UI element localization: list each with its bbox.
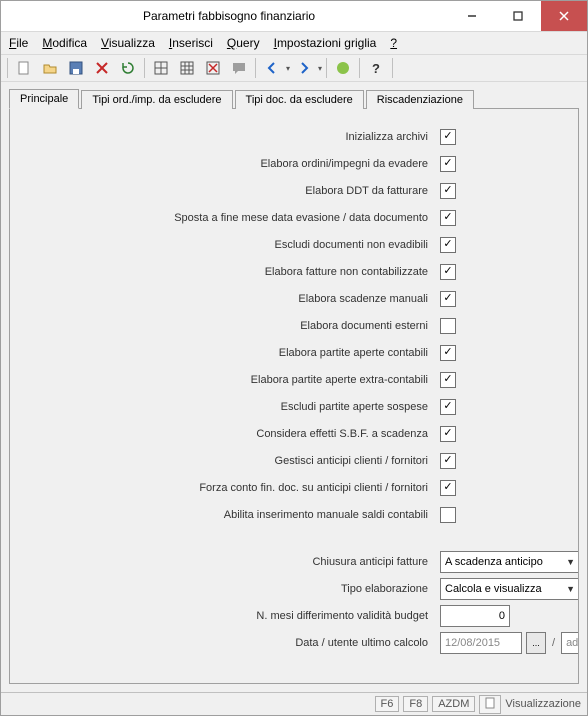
label-data-utente: Data / utente ultimo calcolo [28,637,440,649]
close-button[interactable] [541,1,587,31]
status-mode: Visualizzazione [505,698,581,710]
chat-icon[interactable] [227,56,251,80]
status-doc-icon [479,695,501,714]
label-n-mesi: N. mesi differimento validità budget [28,610,440,622]
status-azdm: AZDM [432,696,475,712]
menu-help[interactable]: ? [390,36,397,50]
grid1-icon[interactable] [149,56,173,80]
checkbox-abilita-ins[interactable] [440,507,456,523]
label-escludi-doc: Escludi documenti non evadibili [28,239,440,251]
checkbox-elabora-fatt[interactable] [440,264,456,280]
select-tipo-elab[interactable]: Calcola e visualizza ▼ [440,578,579,600]
open-icon[interactable] [38,56,62,80]
checkbox-elabora-part-cont[interactable] [440,345,456,361]
select-chiusura-anticipi-value: A scadenza anticipo [445,556,543,568]
svg-text:?: ? [372,61,380,76]
input-data[interactable]: 12/08/2015 [440,632,522,654]
label-elabora-part-extra: Elabora partite aperte extra-contabili [28,374,440,386]
maximize-button[interactable] [495,1,541,31]
select-tipo-elab-value: Calcola e visualizza [445,583,542,595]
label-elabora-part-cont: Elabora partite aperte contabili [28,347,440,359]
back-icon[interactable] [260,56,284,80]
minimize-button[interactable] [449,1,495,31]
label-elabora-doc-est: Elabora documenti esterni [28,320,440,332]
label-elabora-scad: Elabora scadenze manuali [28,293,440,305]
label-elabora-ddt: Elabora DDT da fatturare [28,185,440,197]
menu-file[interactable]: File [9,36,28,50]
forward-icon[interactable] [292,56,316,80]
menu-inserisci[interactable]: Inserisci [169,36,213,50]
grid2-icon[interactable] [175,56,199,80]
checkbox-elabora-scad[interactable] [440,291,456,307]
date-picker-button[interactable]: ... [526,632,546,654]
refresh-icon[interactable] [116,56,140,80]
label-considera-sbf: Considera effetti S.B.F. a scadenza [28,428,440,440]
label-tipo-elab: Tipo elaborazione [28,583,440,595]
status-f8: F8 [403,696,428,712]
tab-tipi-ord[interactable]: Tipi ord./imp. da escludere [81,90,232,109]
menu-query[interactable]: Query [227,36,260,50]
input-utente[interactable]: adme [561,632,579,654]
checkbox-escludi-doc[interactable] [440,237,456,253]
input-n-mesi[interactable]: 0 [440,605,510,627]
new-icon[interactable] [12,56,36,80]
grid-delete-icon[interactable] [201,56,225,80]
help-icon[interactable]: ? [364,56,388,80]
label-elabora-fatt: Elabora fatture non contabilizzate [28,266,440,278]
tab-principale[interactable]: Principale [9,89,79,109]
menu-impostazioni[interactable]: Impostazioni griglia [274,36,377,50]
save-icon[interactable] [64,56,88,80]
checkbox-elabora-doc-est[interactable] [440,318,456,334]
tab-tipi-doc[interactable]: Tipi doc. da escludere [235,90,364,109]
status-f6: F6 [375,696,400,712]
menu-visualizza[interactable]: Visualizza [101,36,155,50]
checkbox-elabora-ddt[interactable] [440,183,456,199]
label-forza-conto: Forza conto fin. doc. su anticipi client… [28,482,440,494]
checkbox-escludi-part-sosp[interactable] [440,399,456,415]
separator-slash: / [550,637,557,649]
window-title: Parametri fabbisogno finanziario [135,9,315,23]
chevron-down-icon: ▼ [566,584,575,594]
status-icon[interactable] [331,56,355,80]
checkbox-elabora-ordini[interactable] [440,156,456,172]
label-escludi-part-sosp: Escludi partite aperte sospese [28,401,440,413]
label-inizializza: Inizializza archivi [28,131,440,143]
checkbox-sposta-fine[interactable] [440,210,456,226]
label-sposta-fine: Sposta a fine mese data evasione / data … [28,212,440,224]
checkbox-elabora-part-extra[interactable] [440,372,456,388]
label-elabora-ordini: Elabora ordini/impegni da evadere [28,158,440,170]
select-chiusura-anticipi[interactable]: A scadenza anticipo ▼ [440,551,579,573]
menu-modifica[interactable]: Modifica [42,36,87,50]
checkbox-considera-sbf[interactable] [440,426,456,442]
chevron-down-icon: ▼ [566,557,575,567]
checkbox-forza-conto[interactable] [440,480,456,496]
checkbox-inizializza[interactable] [440,129,456,145]
delete-icon[interactable] [90,56,114,80]
tab-riscadenziazione[interactable]: Riscadenziazione [366,90,474,109]
label-gestisci-anticipi: Gestisci anticipi clienti / fornitori [28,455,440,467]
label-abilita-ins: Abilita inserimento manuale saldi contab… [28,509,440,521]
checkbox-gestisci-anticipi[interactable] [440,453,456,469]
label-chiusura-anticipi: Chiusura anticipi fatture [28,556,440,568]
